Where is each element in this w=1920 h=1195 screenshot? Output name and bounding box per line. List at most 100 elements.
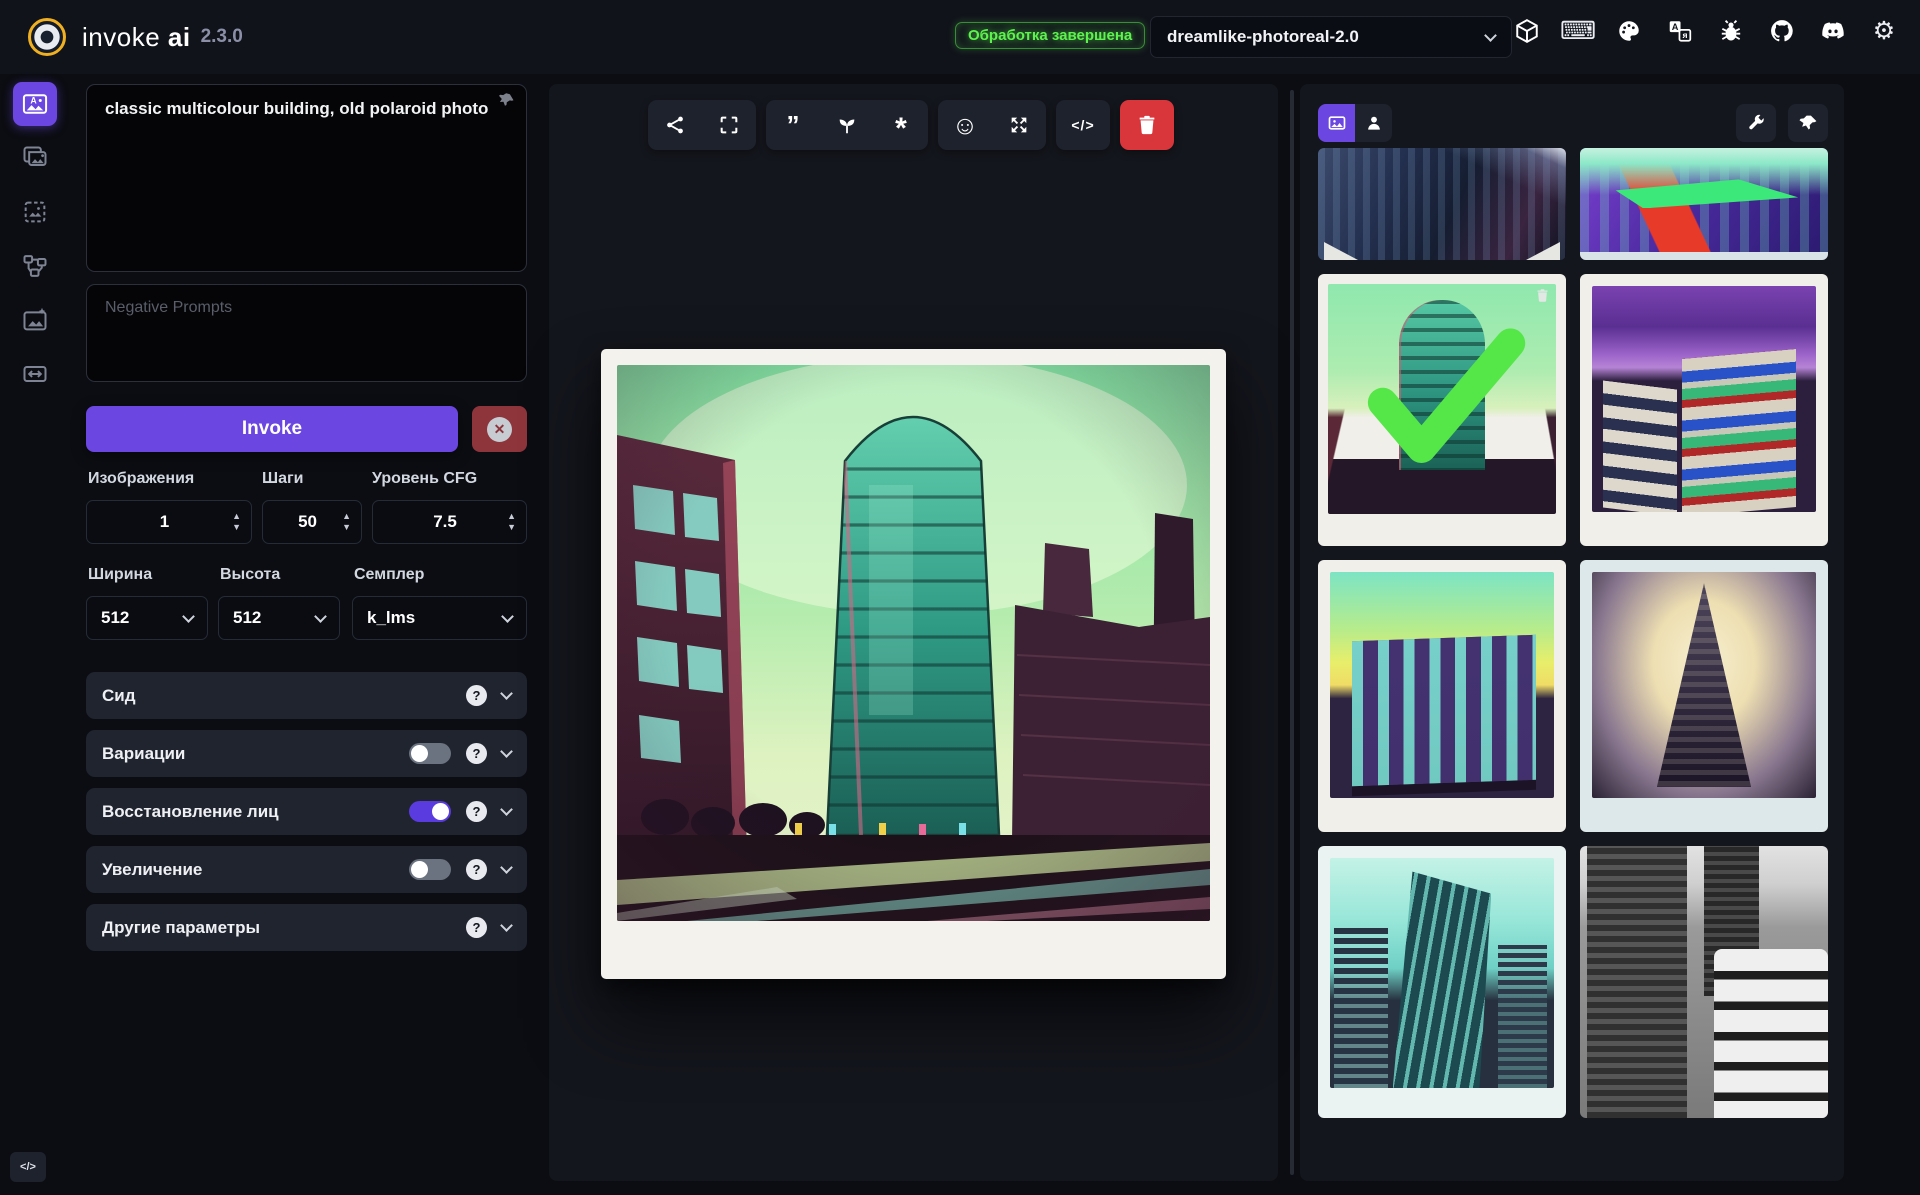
- width-select[interactable]: 512: [86, 596, 208, 640]
- frame-corners-button[interactable]: [702, 100, 756, 150]
- accordion-label: Увеличение: [102, 860, 202, 880]
- app-title: invoke ai: [82, 22, 191, 53]
- tab-unified-canvas[interactable]: [13, 190, 57, 234]
- svg-text:я: я: [1682, 30, 1687, 40]
- gallery-thumbnail[interactable]: [1580, 846, 1828, 1118]
- invoke-button[interactable]: Invoke: [86, 406, 458, 452]
- chevron-down-icon: [314, 610, 327, 623]
- negative-prompt-input[interactable]: [86, 284, 527, 382]
- upscale-button[interactable]: [992, 100, 1046, 150]
- chevron-down-icon: [1484, 29, 1497, 42]
- model-manager-cube-icon[interactable]: [1513, 17, 1541, 45]
- hotkeys-keyboard-icon[interactable]: ⌨: [1564, 17, 1592, 45]
- tab-text-to-image[interactable]: A: [13, 82, 57, 126]
- chevron-down-icon: [500, 803, 513, 816]
- steps-label: Шаги: [262, 470, 303, 488]
- gallery-thumbnail-selected[interactable]: [1318, 274, 1566, 546]
- cfg-input[interactable]: [383, 512, 507, 532]
- upscaling-toggle[interactable]: [409, 859, 451, 880]
- help-icon[interactable]: ?: [466, 859, 487, 880]
- report-bug-icon[interactable]: [1717, 17, 1745, 45]
- gallery-panel: [1300, 84, 1844, 1181]
- use-all-parameters-button[interactable]: *: [874, 100, 928, 150]
- top-icon-row: ⌨ Aя ⚙: [1513, 17, 1898, 45]
- restore-faces-button[interactable]: ☺: [938, 100, 992, 150]
- recall-seed-button[interactable]: [820, 100, 874, 150]
- step-down-icon[interactable]: ▼: [507, 523, 516, 532]
- step-up-icon[interactable]: ▲: [342, 512, 351, 521]
- images-stepper[interactable]: ▲▼: [86, 500, 252, 544]
- delete-image-button[interactable]: [1120, 100, 1174, 150]
- tab-nodes[interactable]: [13, 244, 57, 288]
- console-toggle[interactable]: </>: [10, 1152, 46, 1182]
- discord-icon[interactable]: [1819, 17, 1847, 45]
- chevron-down-icon: [501, 610, 514, 623]
- gallery-thumbnail[interactable]: [1580, 148, 1828, 260]
- theme-palette-icon[interactable]: [1615, 17, 1643, 45]
- gallery-tab-switch: [1318, 104, 1392, 142]
- gallery-pin[interactable]: [1788, 104, 1828, 142]
- svg-text:A: A: [1672, 22, 1679, 32]
- help-icon[interactable]: ?: [466, 801, 487, 822]
- accordion-upscaling[interactable]: Увеличение ?: [86, 846, 527, 893]
- viewer-toolbar: ” * ☺ </>: [648, 100, 1174, 150]
- app-title-regular: invoke: [82, 22, 160, 52]
- width-value: 512: [101, 608, 129, 628]
- chevron-down-icon: [182, 610, 195, 623]
- share-button[interactable]: [648, 100, 702, 150]
- help-icon[interactable]: ?: [466, 743, 487, 764]
- view-metadata-button[interactable]: </>: [1056, 100, 1110, 150]
- steps-stepper[interactable]: ▲▼: [262, 500, 362, 544]
- status-badge: Обработка завершена: [955, 22, 1145, 49]
- model-select[interactable]: dreamlike-photoreal-2.0: [1150, 16, 1512, 58]
- cancel-button[interactable]: ✕: [472, 406, 527, 452]
- accordion-seed[interactable]: Сид ?: [86, 672, 527, 719]
- images-input[interactable]: [97, 512, 232, 532]
- sampler-label: Семплер: [354, 566, 424, 584]
- step-up-icon[interactable]: ▲: [507, 512, 516, 521]
- gallery-thumbnail[interactable]: [1318, 148, 1566, 260]
- tab-uploads[interactable]: [1355, 104, 1392, 142]
- cancel-x-icon: ✕: [487, 417, 512, 442]
- face-restoration-toggle[interactable]: [409, 801, 451, 822]
- app-title-bold: ai: [168, 22, 191, 52]
- tab-generated-images[interactable]: [1318, 104, 1355, 142]
- recall-prompt-button[interactable]: ”: [766, 100, 820, 150]
- sampler-select[interactable]: k_lms: [352, 596, 527, 640]
- model-select-value: dreamlike-photoreal-2.0: [1167, 27, 1359, 47]
- width-label: Ширина: [88, 566, 152, 584]
- settings-gear-icon[interactable]: ⚙: [1870, 17, 1898, 45]
- gallery-thumbnail[interactable]: [1580, 560, 1828, 832]
- current-image[interactable]: [601, 349, 1226, 979]
- images-label: Изображения: [88, 470, 194, 488]
- chevron-down-icon: [500, 919, 513, 932]
- step-down-icon[interactable]: ▼: [232, 523, 241, 532]
- accordion-face-restoration[interactable]: Восстановление лиц ?: [86, 788, 527, 835]
- help-icon[interactable]: ?: [466, 685, 487, 706]
- tab-image-to-image[interactable]: [13, 136, 57, 180]
- svg-text:A: A: [30, 95, 37, 105]
- gallery-thumbnail[interactable]: [1318, 560, 1566, 832]
- accordion-variations[interactable]: Вариации ?: [86, 730, 527, 777]
- gallery-thumbnail[interactable]: [1580, 274, 1828, 546]
- tab-post-processing[interactable]: [13, 298, 57, 342]
- height-select[interactable]: 512: [218, 596, 340, 640]
- cfg-stepper[interactable]: ▲▼: [372, 500, 527, 544]
- height-value: 512: [233, 608, 261, 628]
- panel-divider[interactable]: [1290, 90, 1294, 1175]
- selected-check-icon: [1328, 284, 1556, 512]
- steps-input[interactable]: [273, 512, 342, 532]
- step-up-icon[interactable]: ▲: [232, 512, 241, 521]
- tab-training[interactable]: [13, 352, 57, 396]
- gallery-thumbnail[interactable]: [1318, 846, 1566, 1118]
- accordion-other-options[interactable]: Другие параметры ?: [86, 904, 527, 951]
- language-translate-icon[interactable]: Aя: [1666, 17, 1694, 45]
- step-down-icon[interactable]: ▼: [342, 523, 351, 532]
- github-icon[interactable]: [1768, 17, 1796, 45]
- gallery-settings-wrench[interactable]: [1736, 104, 1776, 142]
- chevron-down-icon: [500, 687, 513, 700]
- help-icon[interactable]: ?: [466, 917, 487, 938]
- thumbnail-delete-icon[interactable]: [1535, 288, 1550, 308]
- variations-toggle[interactable]: [409, 743, 451, 764]
- prompt-input[interactable]: classic multicolour building, old polaro…: [86, 84, 527, 272]
